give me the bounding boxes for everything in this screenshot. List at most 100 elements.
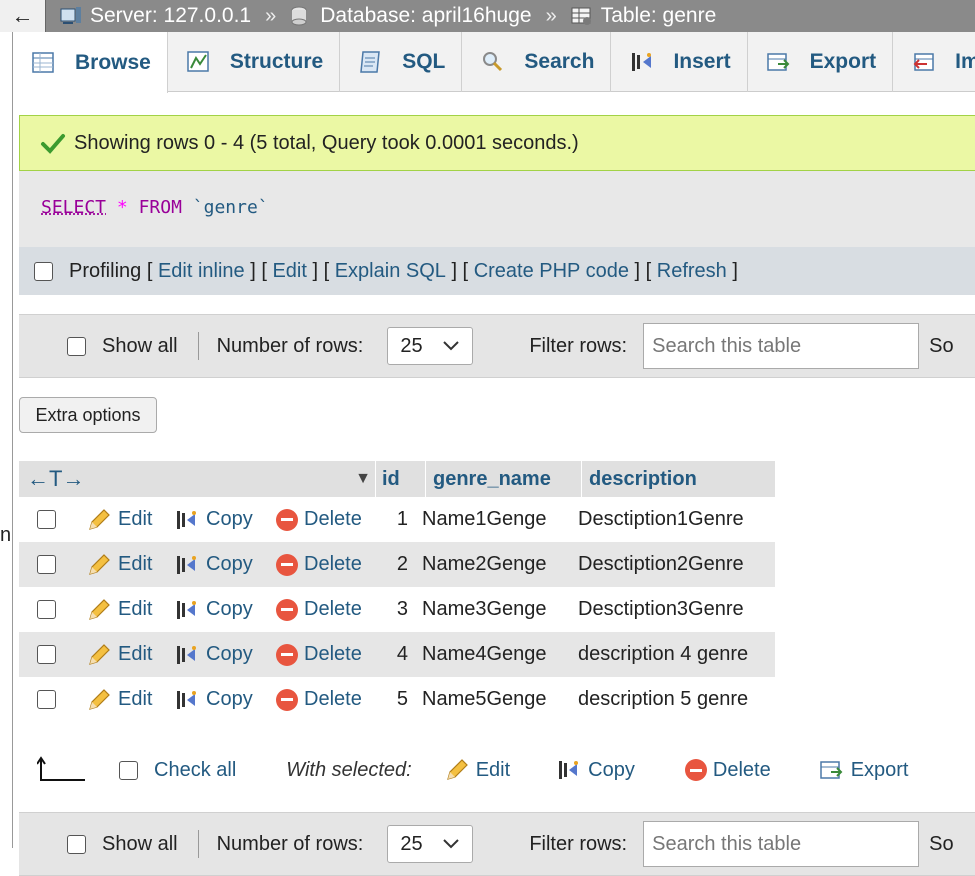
copy-icon <box>177 600 196 619</box>
tab-insert[interactable]: Insert <box>611 32 748 92</box>
sort-label: So <box>929 832 954 855</box>
checkmark-icon <box>41 134 65 154</box>
tab-browse[interactable]: Browse <box>13 32 168 93</box>
bulk-actions-bar: Check all With selected: Edit Copy Delet… <box>19 748 975 792</box>
results-table: ←T→ ▼ id genre_name description Edit Cop… <box>19 461 775 722</box>
row-copy-button[interactable]: Copy <box>174 688 276 712</box>
delete-icon <box>684 759 707 781</box>
profiling-label: Profiling <box>69 259 142 282</box>
database-icon <box>291 6 307 26</box>
row-edit-button[interactable]: Edit <box>86 687 174 713</box>
back-arrow-icon[interactable]: ← <box>0 0 46 32</box>
rows-per-page-select[interactable]: 25 <box>387 327 474 365</box>
profiling-bar: Profiling [ Edit inline ] [ Edit ] [ Exp… <box>19 247 975 295</box>
tab-export[interactable]: Export <box>748 32 894 92</box>
delete-icon <box>276 643 298 666</box>
column-header-description[interactable]: description <box>581 461 775 497</box>
filter-rows-input[interactable]: Search this table <box>643 323 920 369</box>
export-icon <box>766 53 790 71</box>
row-edit-button[interactable]: Edit <box>86 642 174 668</box>
edit-query-link[interactable]: Edit <box>272 260 306 283</box>
rows-per-page-select[interactable]: 25 <box>387 825 474 863</box>
row-delete-label: Delete <box>304 598 362 620</box>
row-edit-button[interactable]: Edit <box>86 552 174 578</box>
bulk-export-label: Export <box>850 758 909 781</box>
breadcrumb-bar: ← Server: 127.0.0.1 » Database: april16h… <box>0 0 975 32</box>
tab-export-label: Export <box>809 50 877 73</box>
row-delete-button[interactable]: Delete <box>276 643 380 666</box>
copy-icon <box>177 690 196 709</box>
row-checkbox[interactable] <box>37 555 56 574</box>
delete-icon <box>276 598 298 621</box>
row-edit-label: Edit <box>118 643 153 665</box>
tab-browse-label: Browse <box>75 50 151 74</box>
show-all-label: Show all <box>102 832 178 855</box>
check-all-label[interactable]: Check all <box>154 759 236 782</box>
column-header-id[interactable]: id <box>375 461 425 497</box>
create-php-code-link[interactable]: Create PHP code <box>474 260 629 283</box>
sql-select-keyword[interactable]: SELECT <box>41 197 106 218</box>
sql-from-keyword: FROM <box>138 197 182 218</box>
column-arrows-icon[interactable]: ←T→ <box>27 466 84 492</box>
extra-options-button[interactable]: Extra options <box>19 397 157 433</box>
row-edit-label: Edit <box>118 508 153 530</box>
breadcrumb-server[interactable]: Server: 127.0.0.1 <box>60 4 251 28</box>
row-checkbox[interactable] <box>37 600 56 619</box>
show-all-checkbox[interactable] <box>67 834 86 854</box>
row-checkbox[interactable] <box>37 690 56 709</box>
row-edit-button[interactable]: Edit <box>86 507 174 533</box>
show-all-checkbox[interactable] <box>67 336 86 356</box>
row-delete-button[interactable]: Delete <box>276 508 380 531</box>
tab-search[interactable]: Search <box>462 32 612 92</box>
cell-description: description 4 genre <box>578 643 749 665</box>
pencil-icon <box>446 759 468 780</box>
refresh-link[interactable]: Refresh <box>657 260 727 283</box>
sql-query-box: SELECT * FROM `genre` <box>19 171 975 247</box>
breadcrumb-database[interactable]: Database: april16huge <box>290 4 532 28</box>
row-copy-button[interactable]: Copy <box>174 508 276 532</box>
edit-inline-link[interactable]: Edit inline <box>158 260 245 283</box>
row-delete-button[interactable]: Delete <box>276 688 380 711</box>
row-copy-button[interactable]: Copy <box>174 598 276 622</box>
row-delete-button[interactable]: Delete <box>276 598 380 621</box>
cell-description: Desctiption2Genre <box>578 553 744 575</box>
row-copy-button[interactable]: Copy <box>174 553 276 577</box>
cell-id: 2 <box>396 553 408 575</box>
rows-per-page-value: 25 <box>400 832 423 855</box>
bulk-export-button[interactable]: Export <box>819 758 909 782</box>
breadcrumb-database-label: Database: april16huge <box>320 4 532 27</box>
tab-insert-label: Insert <box>673 50 731 73</box>
row-checkbox[interactable] <box>37 510 56 529</box>
column-header-genre-name[interactable]: genre_name <box>425 461 581 497</box>
bulk-copy-button[interactable]: Copy <box>556 758 635 782</box>
copy-icon <box>177 555 196 574</box>
show-all-label: Show all <box>102 334 178 357</box>
row-delete-button[interactable]: Delete <box>276 553 380 576</box>
sql-table-identifier: `genre` <box>192 197 269 218</box>
tab-structure[interactable]: Structure <box>168 32 341 92</box>
bulk-edit-button[interactable]: Edit <box>444 757 510 783</box>
tab-sql[interactable]: SQL <box>340 32 463 92</box>
breadcrumb-table[interactable]: Table: genre <box>571 4 716 28</box>
bulk-delete-button[interactable]: Delete <box>684 759 771 782</box>
table-navigation-top: Show all Number of rows: 25 Filter rows:… <box>19 314 975 378</box>
row-edit-button[interactable]: Edit <box>86 597 174 623</box>
server-icon <box>60 7 81 24</box>
tab-import[interactable]: Im <box>893 32 975 92</box>
check-all-checkbox[interactable] <box>119 760 138 780</box>
sort-triangle-icon[interactable]: ▼ <box>355 470 371 488</box>
explain-sql-link[interactable]: Explain SQL <box>335 260 446 283</box>
pencil-icon <box>89 598 110 620</box>
sql-icon <box>360 51 381 73</box>
row-copy-button[interactable]: Copy <box>174 643 276 667</box>
profiling-checkbox[interactable] <box>34 261 53 281</box>
filter-rows-input[interactable]: Search this table <box>643 821 920 867</box>
cell-description: description 5 genre <box>578 688 749 710</box>
cell-id: 4 <box>396 643 408 665</box>
rows-label: Number of rows: <box>216 334 364 357</box>
chevron-down-icon <box>443 341 460 351</box>
filter-rows-placeholder: Search this table <box>652 334 802 357</box>
row-copy-label: Copy <box>206 598 253 620</box>
row-checkbox[interactable] <box>37 645 56 664</box>
cell-genre-name: Name2Genge <box>422 553 547 575</box>
